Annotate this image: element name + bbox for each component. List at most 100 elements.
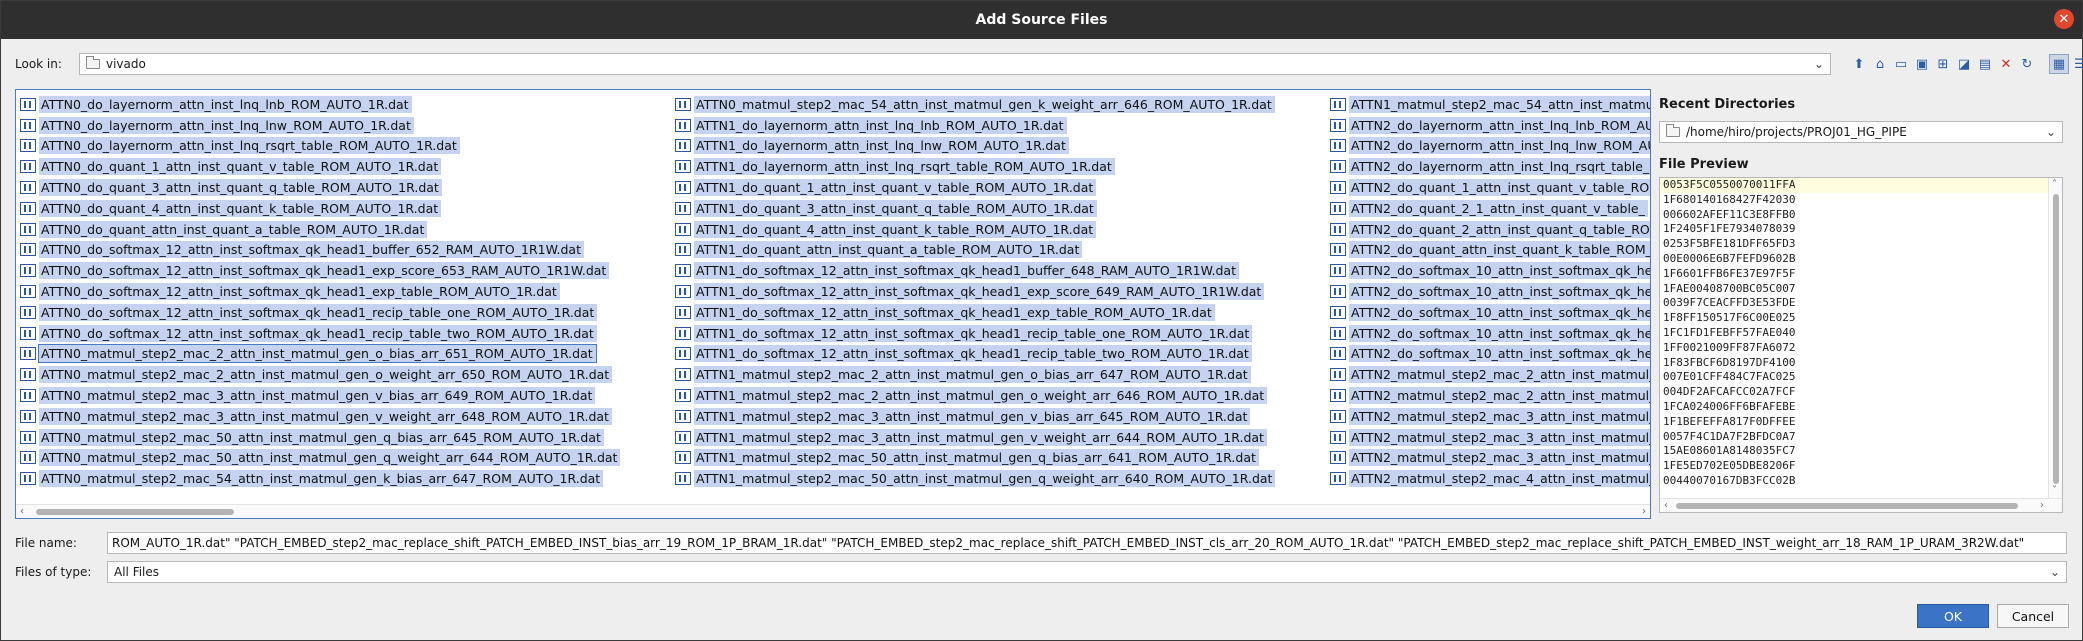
- add-source-files-dialog: Add Source Files ✕ Look in: vivado ⌄ ⬆ ⌂…: [0, 0, 2083, 641]
- file-item[interactable]: ATTN1_do_layernorm_attn_inst_lnq_lnw_ROM…: [675, 136, 1275, 157]
- chevron-down-icon[interactable]: ⌄: [2044, 125, 2058, 139]
- file-item[interactable]: ATTN2_matmul_step2_mac_2_attn_inst_matmu…: [1330, 385, 1650, 406]
- file-item[interactable]: ATTN1_matmul_step2_mac_50_attn_inst_matm…: [675, 448, 1275, 469]
- file-item[interactable]: ATTN2_do_quant_2_1_attn_inst_quant_v_tab…: [1330, 198, 1650, 219]
- scroll-up-icon[interactable]: ˄: [2052, 179, 2057, 191]
- file-item[interactable]: ATTN0_do_quant_attn_inst_quant_a_table_R…: [20, 219, 620, 240]
- file-list[interactable]: ATTN0_do_layernorm_attn_inst_lnq_lnb_ROM…: [15, 89, 1651, 519]
- scroll-left-icon[interactable]: ‹: [1664, 500, 1668, 512]
- cancel-button[interactable]: Cancel: [1997, 604, 2069, 628]
- new-folder-icon[interactable]: ▤: [1975, 54, 1995, 74]
- file-icon: [20, 305, 36, 319]
- file-item[interactable]: ATTN0_matmul_step2_mac_50_attn_inst_matm…: [20, 448, 621, 469]
- file-item[interactable]: ATTN1_do_quant_1_attn_inst_quant_v_table…: [675, 177, 1275, 198]
- file-item[interactable]: ATTN1_matmul_step2_mac_2_attn_inst_matmu…: [675, 364, 1275, 385]
- file-item[interactable]: ATTN2_matmul_step2_mac_2_attn_inst_matmu…: [1330, 364, 1650, 385]
- preview-horizontal-scrollbar[interactable]: ‹ ›: [1660, 498, 2062, 512]
- file-item[interactable]: ATTN0_matmul_step2_mac_50_attn_inst_matm…: [20, 427, 620, 448]
- file-item[interactable]: ATTN0_do_layernorm_attn_inst_lnq_lnb_ROM…: [20, 94, 620, 115]
- file-item[interactable]: ATTN0_do_softmax_12_attn_inst_softmax_qk…: [20, 260, 620, 281]
- scroll-right-icon[interactable]: ›: [1642, 505, 1646, 518]
- file-type-select[interactable]: All Files ⌄: [107, 561, 2067, 583]
- file-item[interactable]: ATTN2_do_quant_1_attn_inst_quant_v_table…: [1330, 177, 1650, 198]
- file-item[interactable]: ATTN2_do_softmax_10_attn_inst_softmax_qk…: [1330, 260, 1650, 281]
- delete-icon[interactable]: ✕: [1996, 54, 2016, 74]
- file-item[interactable]: ATTN2_do_quant_attn_inst_quant_k_table_R…: [1330, 240, 1650, 261]
- recent-directories-combo[interactable]: /home/hiro/projects/PROJ01_HG_PIPE ⌄: [1659, 121, 2063, 143]
- file-item[interactable]: ATTN1_do_softmax_12_attn_inst_softmax_qk…: [675, 323, 1275, 344]
- file-icon: [20, 368, 36, 382]
- scrollbar-thumb[interactable]: [1676, 503, 2018, 509]
- file-item[interactable]: ATTN0_matmul_step2_mac_54_attn_inst_matm…: [675, 94, 1275, 115]
- file-item[interactable]: ATTN2_do_quant_2_attn_inst_quant_q_table…: [1330, 219, 1650, 240]
- desktop-icon[interactable]: ▭: [1891, 54, 1911, 74]
- file-item[interactable]: ATTN0_do_layernorm_attn_inst_lnq_lnw_ROM…: [20, 115, 620, 136]
- file-item[interactable]: ATTN2_matmul_step2_mac_3_attn_inst_matmu…: [1330, 406, 1650, 427]
- file-icon: [20, 264, 36, 278]
- file-item[interactable]: ATTN0_do_softmax_12_attn_inst_softmax_qk…: [20, 240, 620, 261]
- file-item[interactable]: ATTN0_do_softmax_12_attn_inst_softmax_qk…: [20, 302, 620, 323]
- file-item[interactable]: ATTN2_matmul_step2_mac_3_attn_inst_matmu…: [1330, 427, 1650, 448]
- scroll-left-icon[interactable]: ‹: [20, 505, 24, 518]
- file-item[interactable]: ATTN1_matmul_step2_mac_2_attn_inst_matmu…: [675, 385, 1275, 406]
- file-icon: [20, 430, 36, 444]
- chevron-down-icon[interactable]: ⌄: [1812, 57, 1826, 71]
- file-item[interactable]: ATTN1_matmul_step2_mac_50_attn_inst_matm…: [675, 468, 1276, 489]
- file-item[interactable]: ATTN1_do_quant_3_attn_inst_quant_q_table…: [675, 198, 1275, 219]
- file-item[interactable]: ATTN0_matmul_step2_mac_2_attn_inst_matmu…: [20, 364, 620, 385]
- preview-line: 1FF0021009FF87FA6072: [1663, 340, 1796, 354]
- file-item[interactable]: ATTN2_do_layernorm_attn_inst_lnq_lnb_ROM…: [1330, 115, 1650, 136]
- look-in-combo[interactable]: vivado ⌄: [79, 53, 1831, 75]
- details-view-icon[interactable]: ☰: [2070, 54, 2083, 74]
- file-name-input[interactable]: ROM_AUTO_1R.dat" "PATCH_EMBED_step2_mac_…: [107, 532, 2067, 554]
- file-item[interactable]: ATTN1_do_quant_4_attn_inst_quant_k_table…: [675, 219, 1275, 240]
- file-item[interactable]: ATTN0_matmul_step2_mac_2_attn_inst_matmu…: [20, 344, 620, 365]
- scrollbar-thumb[interactable]: [36, 509, 234, 515]
- file-item[interactable]: ATTN0_matmul_step2_mac_54_attn_inst_matm…: [20, 468, 620, 489]
- chevron-down-icon[interactable]: ⌄: [2048, 565, 2062, 579]
- ok-button[interactable]: OK: [1917, 604, 1989, 628]
- file-item[interactable]: ATTN1_matmul_step2_mac_3_attn_inst_matmu…: [675, 406, 1275, 427]
- file-item[interactable]: ATTN0_matmul_step2_mac_3_attn_inst_matmu…: [20, 406, 620, 427]
- file-list-horizontal-scrollbar[interactable]: ‹ ›: [16, 504, 1650, 518]
- preview-vertical-scrollbar[interactable]: ˄ ˅: [2048, 178, 2062, 512]
- file-item[interactable]: ATTN0_do_softmax_12_attn_inst_softmax_qk…: [20, 323, 620, 344]
- bookmark-icon[interactable]: ◪: [1954, 54, 1974, 74]
- file-item[interactable]: ATTN1_do_softmax_12_attn_inst_softmax_qk…: [675, 302, 1275, 323]
- scroll-down-icon[interactable]: ˅: [2052, 485, 2057, 497]
- file-item[interactable]: ATTN1_do_softmax_12_attn_inst_softmax_qk…: [675, 281, 1275, 302]
- file-item[interactable]: ATTN1_matmul_step2_mac_54_attn_inst_matm…: [1330, 94, 1650, 115]
- file-icon: [1330, 409, 1346, 423]
- list-view-icon[interactable]: ▦: [2049, 54, 2069, 74]
- file-item[interactable]: ATTN2_do_softmax_10_attn_inst_softmax_qk…: [1330, 344, 1650, 365]
- up-folder-icon[interactable]: ⬆: [1849, 54, 1869, 74]
- file-item[interactable]: ATTN1_do_softmax_12_attn_inst_softmax_qk…: [675, 260, 1275, 281]
- file-icon: [1330, 389, 1346, 403]
- file-item[interactable]: ATTN2_do_layernorm_attn_inst_lnq_lnw_ROM…: [1330, 136, 1650, 157]
- network-icon[interactable]: ⊞: [1933, 54, 1953, 74]
- close-icon[interactable]: ✕: [2054, 9, 2074, 29]
- file-item[interactable]: ATTN2_do_softmax_10_attn_inst_softmax_qk…: [1330, 302, 1650, 323]
- computer-icon[interactable]: ▣: [1912, 54, 1932, 74]
- file-item[interactable]: ATTN1_do_quant_attn_inst_quant_a_table_R…: [675, 240, 1275, 261]
- file-item[interactable]: ATTN1_do_layernorm_attn_inst_lnq_rsqrt_t…: [675, 156, 1275, 177]
- file-item[interactable]: ATTN1_do_layernorm_attn_inst_lnq_lnb_ROM…: [675, 115, 1275, 136]
- scroll-right-icon[interactable]: ›: [2040, 500, 2044, 512]
- file-item[interactable]: ATTN0_do_softmax_12_attn_inst_softmax_qk…: [20, 281, 620, 302]
- refresh-icon[interactable]: ↻: [2017, 54, 2037, 74]
- file-item[interactable]: ATTN0_do_quant_1_attn_inst_quant_v_table…: [20, 156, 620, 177]
- home-icon[interactable]: ⌂: [1870, 54, 1890, 74]
- file-item[interactable]: ATTN1_matmul_step2_mac_3_attn_inst_matmu…: [675, 427, 1275, 448]
- file-item[interactable]: ATTN2_matmul_step2_mac_4_attn_inst_matmu…: [1330, 468, 1650, 489]
- file-item[interactable]: ATTN2_do_layernorm_attn_inst_lnq_rsqrt_t…: [1330, 156, 1650, 177]
- file-item[interactable]: ATTN1_do_softmax_12_attn_inst_softmax_qk…: [675, 344, 1275, 365]
- file-icon: [20, 118, 36, 132]
- file-item[interactable]: ATTN2_matmul_step2_mac_3_attn_inst_matmu…: [1330, 448, 1650, 469]
- scrollbar-thumb[interactable]: [2053, 194, 2059, 484]
- file-item[interactable]: ATTN0_do_quant_3_attn_inst_quant_q_table…: [20, 177, 620, 198]
- file-item[interactable]: ATTN0_do_quant_4_attn_inst_quant_k_table…: [20, 198, 620, 219]
- file-item[interactable]: ATTN0_do_layernorm_attn_inst_lnq_rsqrt_t…: [20, 136, 620, 157]
- file-item[interactable]: ATTN0_matmul_step2_mac_3_attn_inst_matmu…: [20, 385, 620, 406]
- file-item[interactable]: ATTN2_do_softmax_10_attn_inst_softmax_qk…: [1330, 323, 1650, 344]
- file-item[interactable]: ATTN2_do_softmax_10_attn_inst_softmax_qk…: [1330, 281, 1650, 302]
